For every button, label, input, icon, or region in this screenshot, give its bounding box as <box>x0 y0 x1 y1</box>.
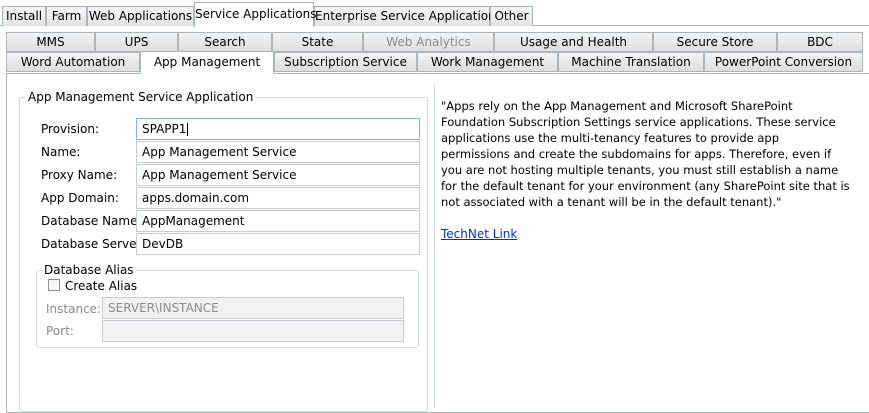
app-management-group-title: App Management Service Application <box>25 90 257 104</box>
tab-enterprise-service-applications[interactable]: Enterprise Service Applications <box>314 6 502 26</box>
subtab-ups[interactable]: UPS <box>95 32 178 52</box>
create-alias-label[interactable]: Create Alias <box>65 279 137 293</box>
provision-field[interactable]: SPAPP1 <box>136 118 420 140</box>
subtab-search[interactable]: Search <box>178 32 272 52</box>
instance-field[interactable]: SERVER\INSTANCE <box>102 297 404 319</box>
app-domain-label: App Domain: <box>41 191 119 205</box>
text-caret <box>187 123 189 136</box>
app-domain-field[interactable]: apps.domain.com <box>136 187 420 209</box>
name-field[interactable]: App Management Service <box>136 141 420 163</box>
database-server-label: Database Server: <box>41 237 146 251</box>
port-field[interactable] <box>102 320 404 342</box>
port-label: Port: <box>46 324 74 338</box>
tab-web-applications[interactable]: Web Applications <box>87 6 194 26</box>
subtab-powerpoint-conversion[interactable]: PowerPoint Conversion <box>704 52 863 72</box>
subtab-web-analytics: Web Analytics <box>363 32 494 52</box>
description-text: "Apps rely on the App Management and Mic… <box>441 99 850 209</box>
technet-link[interactable]: TechNet Link <box>441 227 517 241</box>
subtab-secure-store[interactable]: Secure Store <box>653 32 777 52</box>
database-server-field[interactable]: DevDB <box>136 233 420 255</box>
tab-service-applications[interactable]: Service Applications <box>194 2 316 27</box>
database-alias-group-title: Database Alias <box>41 263 137 277</box>
subtab-subscription-service[interactable]: Subscription Service <box>274 52 417 72</box>
subtab-bdc[interactable]: BDC <box>777 32 863 52</box>
name-label: Name: <box>41 145 81 159</box>
proxy-name-field[interactable]: App Management Service <box>136 164 420 186</box>
tab-other[interactable]: Other <box>490 6 533 26</box>
instance-label: Instance: <box>46 302 102 316</box>
tab-install[interactable]: Install <box>2 6 46 26</box>
subtab-app-management[interactable]: App Management <box>140 51 274 74</box>
vertical-separator <box>434 84 435 408</box>
provision-label: Provision: <box>41 122 100 136</box>
subtab-state[interactable]: State <box>272 32 363 52</box>
tab-farm[interactable]: Farm <box>46 6 87 26</box>
subtab-mms[interactable]: MMS <box>6 32 95 52</box>
subtab-machine-translation[interactable]: Machine Translation <box>558 52 704 72</box>
subtab-work-management[interactable]: Work Management <box>417 52 558 72</box>
subtab-word-automation[interactable]: Word Automation <box>6 52 140 72</box>
database-name-label: Database Name: <box>41 214 142 228</box>
create-alias-checkbox[interactable] <box>48 279 60 291</box>
subtab-usage-and-health[interactable]: Usage and Health <box>494 32 653 52</box>
database-name-field[interactable]: AppManagement <box>136 210 420 232</box>
proxy-name-label: Proxy Name: <box>41 168 118 182</box>
